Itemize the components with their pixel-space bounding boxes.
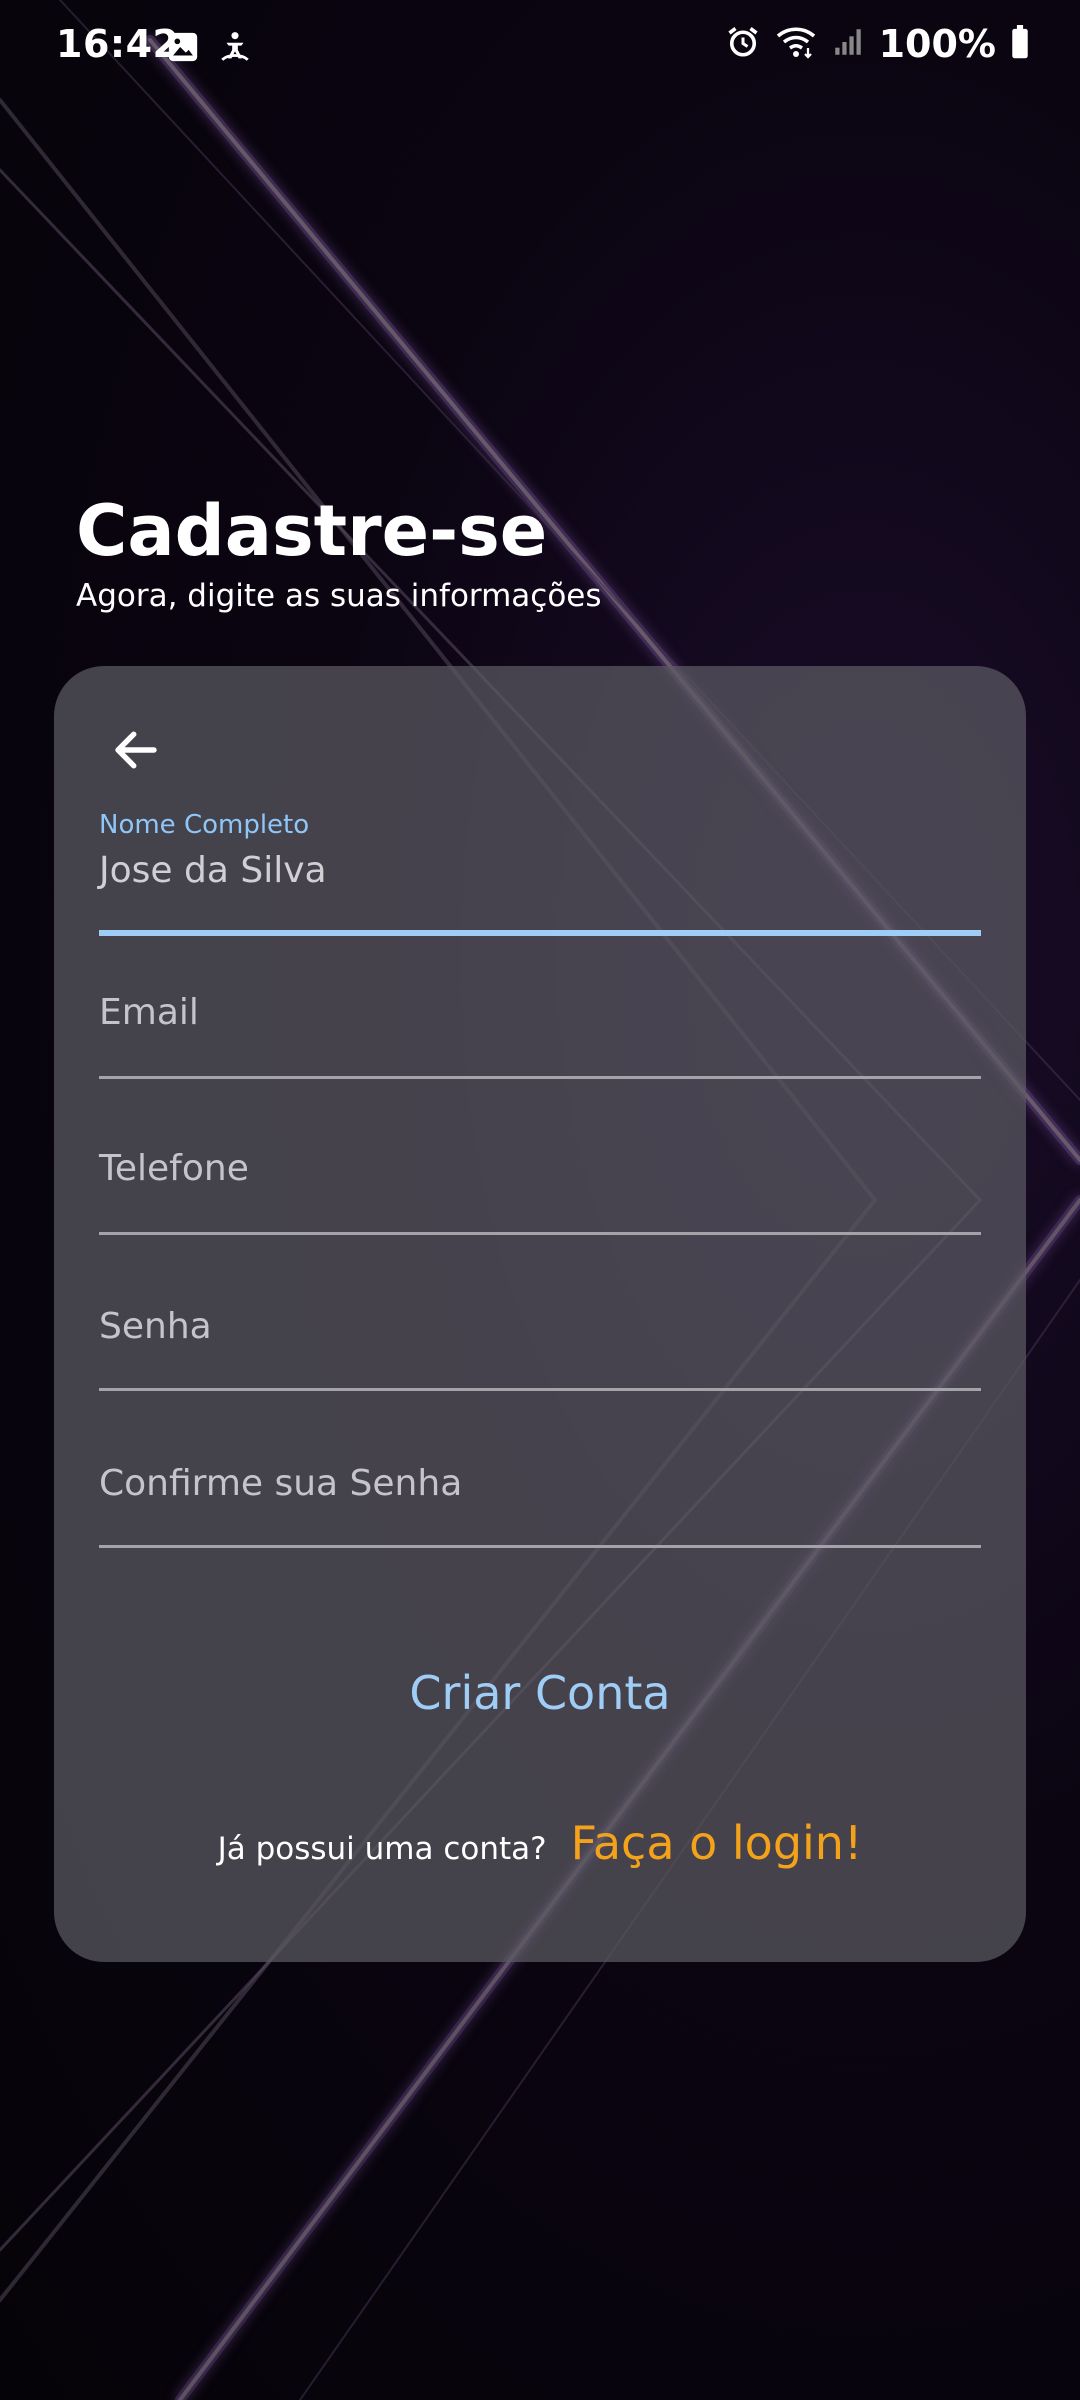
password-field[interactable]: Senha [99,1306,981,1406]
image-icon [166,30,200,68]
login-row: Já possui uma conta? Faça o login! [54,1816,1026,1870]
phone-field[interactable]: Telefone [99,1148,981,1248]
wifi-icon [775,24,817,64]
login-question: Já possui uma conta? [217,1831,547,1867]
status-bar: 16:42 100% [0,0,1080,96]
confirm-password-field[interactable]: Confirme sua Senha [99,1463,981,1563]
arrow-left-icon [109,723,163,781]
full-name-field[interactable]: Nome Completo Jose da Silva [99,810,981,940]
full-name-label: Nome Completo [99,810,310,840]
confirm-password-input[interactable]: Confirme sua Senha [99,1463,462,1504]
email-field[interactable]: Email [99,992,981,1092]
screen: 16:42 100% Cadastre-se Agora, digite as … [0,0,1080,2400]
back-button[interactable] [104,720,168,784]
email-underline [99,1076,981,1079]
status-icons-left [166,30,252,68]
password-input[interactable]: Senha [99,1306,212,1347]
page-title: Cadastre-se [76,490,548,572]
full-name-input[interactable]: Jose da Silva [99,850,327,891]
phone-underline [99,1232,981,1235]
full-name-underline [99,930,981,936]
accessibility-icon [218,30,252,68]
login-link[interactable]: Faça o login! [571,1816,863,1870]
battery-icon [1010,25,1030,63]
signup-card: Nome Completo Jose da Silva Email Telefo… [54,666,1026,1962]
phone-input[interactable]: Telefone [99,1148,249,1189]
password-underline [99,1388,981,1391]
battery-percentage: 100% [878,22,996,66]
alarm-icon [725,24,761,64]
signal-icon [831,25,865,63]
create-account-button[interactable]: Criar Conta [54,1666,1026,1720]
confirm-password-underline [99,1545,981,1548]
status-time: 16:42 [56,22,180,66]
email-input[interactable]: Email [99,992,199,1033]
status-icons-right: 100% [725,22,1030,66]
page-subtitle: Agora, digite as suas informações [76,578,602,614]
